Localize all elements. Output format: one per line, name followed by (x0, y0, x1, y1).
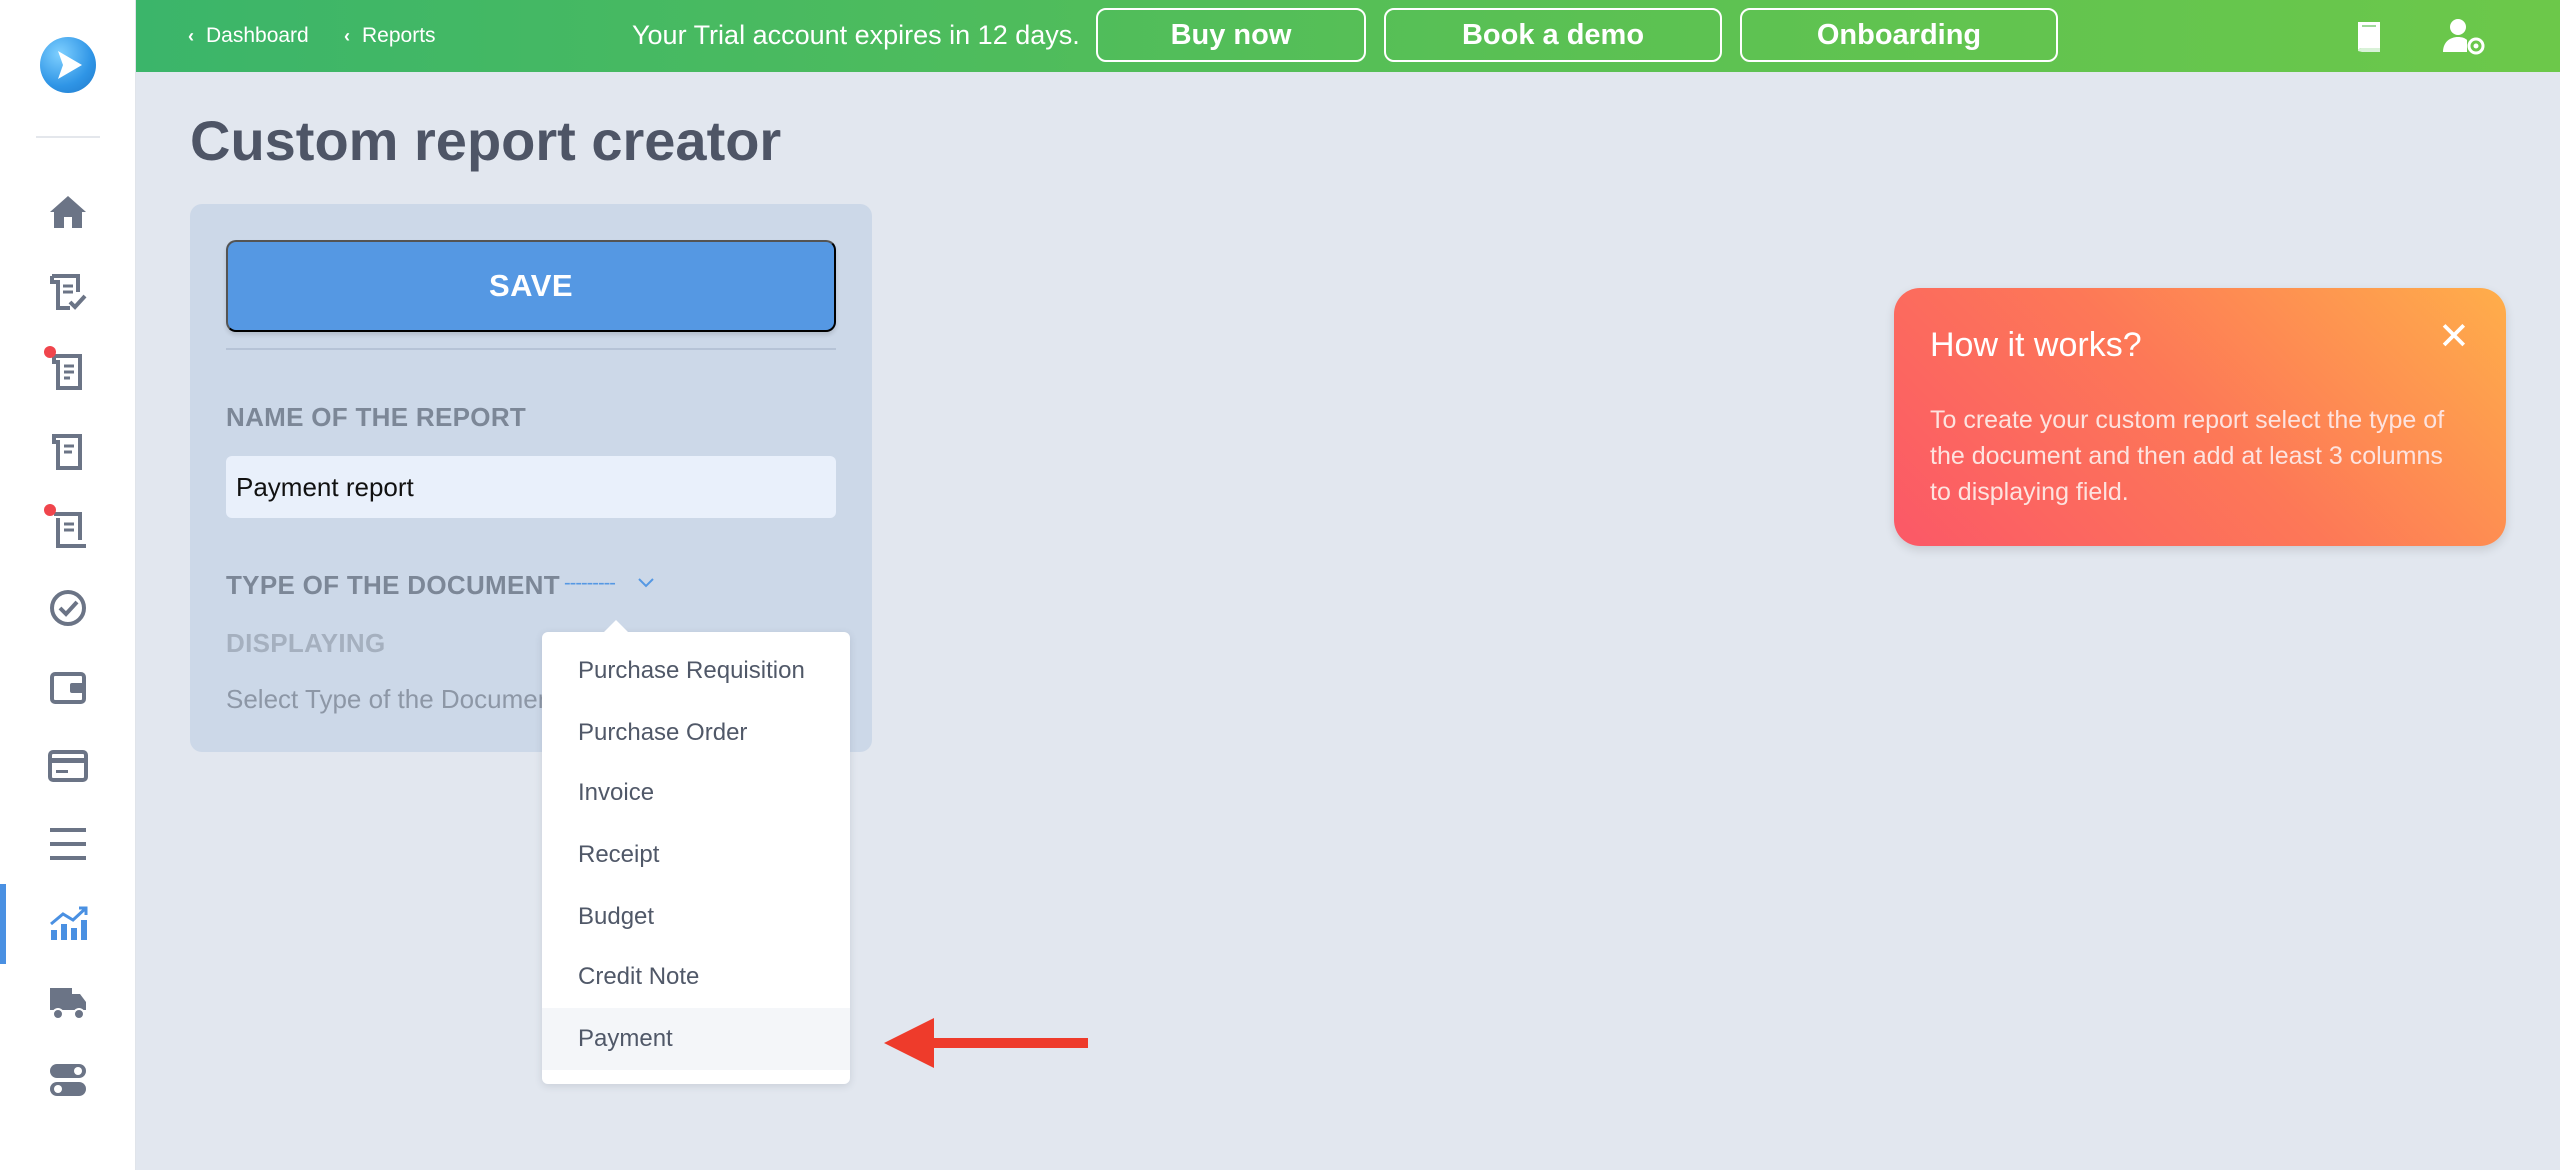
app-logo[interactable] (40, 37, 96, 93)
arrow-left-icon (884, 1018, 1088, 1068)
book-demo-button[interactable]: Book a demo (1384, 8, 1722, 62)
onboarding-button[interactable]: Onboarding (1740, 8, 2058, 62)
close-icon[interactable]: ✕ (2438, 318, 2470, 356)
sidebar (0, 0, 136, 1170)
book-icon[interactable] (2350, 16, 2390, 56)
dropdown-option-invoice[interactable]: Invoice (542, 762, 850, 824)
dropdown-option-purchase-requisition[interactable]: Purchase Requisition (542, 640, 850, 702)
notification-dot (44, 504, 56, 516)
document-icon (52, 434, 82, 470)
how-it-works-popup: How it works? ✕ To create your custom re… (1894, 288, 2506, 546)
popup-text: To create your custom report select the … (1930, 406, 2445, 506)
topbar: ‹ Dashboard ‹ Reports Your Trial account… (136, 0, 2560, 72)
sidebar-item-orders[interactable] (0, 420, 136, 484)
dropdown-option-credit-note[interactable]: Credit Note (542, 946, 850, 1008)
type-label: TYPE OF THE DOCUMENT (226, 570, 560, 600)
document-type-select[interactable]: --------- (564, 568, 655, 598)
chevron-down-icon (638, 578, 654, 588)
sidebar-item-delivery[interactable] (0, 970, 136, 1034)
check-circle-icon (50, 590, 86, 626)
document-check-icon (50, 274, 87, 310)
logo-play-icon (58, 51, 82, 79)
breadcrumb-reports[interactable]: ‹ Reports (344, 22, 436, 50)
divider (226, 348, 836, 350)
chart-icon (50, 906, 88, 940)
sidebar-item-home[interactable] (0, 180, 136, 244)
sidebar-item-tasks[interactable] (0, 576, 136, 640)
toggle-icon (50, 1064, 86, 1096)
type-select-value: --------- (564, 571, 616, 594)
report-name-input[interactable] (226, 456, 836, 518)
select-type-hint: Select Type of the Document (226, 684, 546, 714)
page-title: Custom report creator (190, 109, 782, 172)
displaying-label: DISPLAYING (226, 628, 386, 658)
user-settings-icon[interactable] (2440, 16, 2488, 56)
dropdown-option-payment[interactable]: Payment (542, 1008, 850, 1070)
save-button[interactable]: SAVE (226, 240, 836, 332)
sidebar-item-invoices[interactable] (0, 498, 136, 562)
sidebar-item-documents[interactable] (0, 340, 136, 404)
sidebar-item-reports[interactable] (0, 884, 136, 964)
sidebar-item-settings[interactable] (0, 1048, 136, 1112)
chevron-left-icon: ‹ (344, 25, 350, 46)
dropdown-option-budget[interactable]: Budget (542, 886, 850, 948)
document-type-dropdown: Purchase Requisition Purchase Order Invo… (542, 620, 850, 1084)
sidebar-item-list[interactable] (0, 812, 136, 876)
sidebar-divider (36, 136, 100, 138)
name-label: NAME OF THE REPORT (226, 402, 527, 432)
menu-icon (50, 828, 86, 860)
buy-now-button[interactable]: Buy now (1096, 8, 1366, 62)
sidebar-item-wallet[interactable] (0, 656, 136, 720)
dropdown-option-purchase-order[interactable]: Purchase Order (542, 702, 850, 764)
truck-icon (50, 988, 86, 1020)
sidebar-item-payments[interactable] (0, 734, 136, 798)
trial-notice: Your Trial account expires in 12 days. (632, 20, 1080, 50)
popup-title: How it works? (1930, 326, 2142, 364)
breadcrumb-dashboard[interactable]: ‹ Dashboard (188, 22, 309, 50)
wallet-icon (50, 672, 86, 704)
home-icon (50, 196, 86, 228)
dropdown-option-receipt[interactable]: Receipt (542, 824, 850, 886)
sidebar-item-approvals[interactable] (0, 260, 136, 324)
card-icon (48, 750, 88, 782)
chevron-left-icon: ‹ (188, 25, 194, 46)
notification-dot (44, 346, 56, 358)
